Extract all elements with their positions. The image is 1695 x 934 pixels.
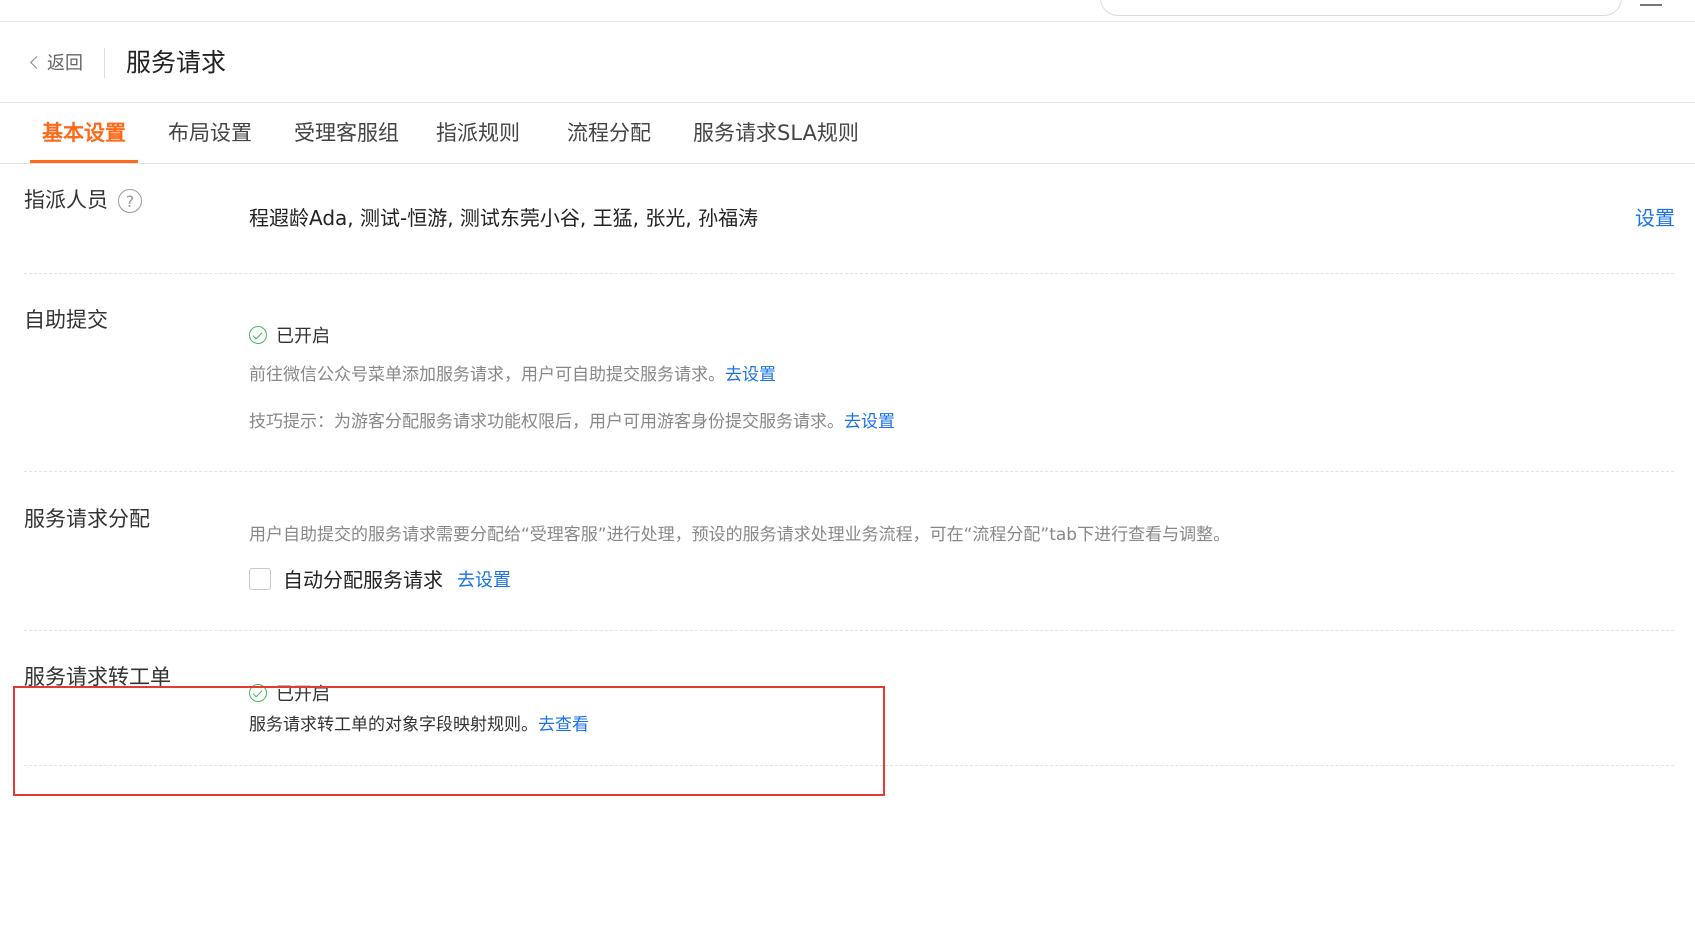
page-header: 返回 服务请求 — [0, 22, 1695, 103]
tab-sla-rules[interactable]: 服务请求SLA规则 — [693, 103, 859, 163]
tab-basic-settings[interactable]: 基本设置 — [30, 103, 138, 163]
section-divider — [24, 273, 1674, 274]
assignees-value: 程遐龄Ada, 测试-恒游, 测试东莞小谷, 王猛, 张光, 孙福涛 — [249, 206, 759, 230]
section-divider — [24, 471, 1674, 472]
self-submit-hint-text: 前往微信公众号菜单添加服务请求，用户可自助提交服务请求。 — [249, 365, 725, 385]
tab-service-group[interactable]: 受理客服组 — [294, 103, 399, 163]
top-bar — [0, 0, 1695, 22]
menu-icon[interactable] — [1640, 0, 1662, 6]
auto-assign-goto-setting-link[interactable]: 去设置 — [457, 566, 511, 592]
auto-assign-row: 自动分配服务请求 去设置 — [249, 564, 511, 593]
tab-assign-rules[interactable]: 指派规则 — [436, 103, 520, 163]
visitor-tip-goto-setting-link[interactable]: 去设置 — [844, 412, 895, 432]
page-title: 服务请求 — [126, 48, 227, 77]
tab-layout-settings[interactable]: 布局设置 — [168, 103, 252, 163]
auto-assign-checkbox[interactable] — [249, 567, 271, 590]
chevron-left-icon — [30, 56, 43, 69]
visitor-tip-text: 技巧提示：为游客分配服务请求功能权限后，用户可用游客身份提交服务请求。 — [249, 412, 844, 432]
section-divider — [24, 630, 1674, 631]
auto-assign-label: 自动分配服务请求 — [283, 568, 443, 592]
back-label: 返回 — [47, 53, 83, 74]
self-submit-hint: 前往微信公众号菜单添加服务请求，用户可自助提交服务请求。去设置 — [249, 360, 776, 385]
back-button[interactable]: 返回 — [30, 50, 83, 74]
help-icon[interactable]: ? — [118, 189, 142, 213]
highlight-annotation-box — [13, 686, 885, 796]
tab-flow-assignment[interactable]: 流程分配 — [567, 103, 651, 163]
visitor-tip-hint: 技巧提示：为游客分配服务请求功能权限后，用户可用游客身份提交服务请求。去设置 — [249, 407, 895, 432]
assignees-section-label: 指派人员? — [24, 186, 142, 214]
self-submit-label: 自助提交 — [24, 308, 108, 332]
check-circle-icon — [249, 326, 267, 344]
assignees-label: 指派人员 — [24, 188, 108, 212]
assignees-setting-link[interactable]: 设置 — [1635, 202, 1675, 231]
header-divider — [104, 48, 105, 78]
global-search-box[interactable] — [1100, 0, 1622, 16]
service-request-settings-page: 返回 服务请求 基本设置 布局设置 受理客服组 指派规则 流程分配 服务请求SL… — [0, 0, 1695, 934]
self-submit-goto-setting-link[interactable]: 去设置 — [725, 365, 776, 385]
self-submit-status: 已开启 — [249, 322, 330, 348]
distribution-hint: 用户自助提交的服务请求需要分配给“受理客服”进行处理，预设的服务请求处理业务流程… — [249, 525, 1231, 545]
settings-tabs: 基本设置 布局设置 受理客服组 指派规则 流程分配 服务请求SLA规则 — [0, 103, 1695, 164]
distribution-label: 服务请求分配 — [24, 507, 150, 531]
self-submit-status-text: 已开启 — [276, 326, 330, 347]
